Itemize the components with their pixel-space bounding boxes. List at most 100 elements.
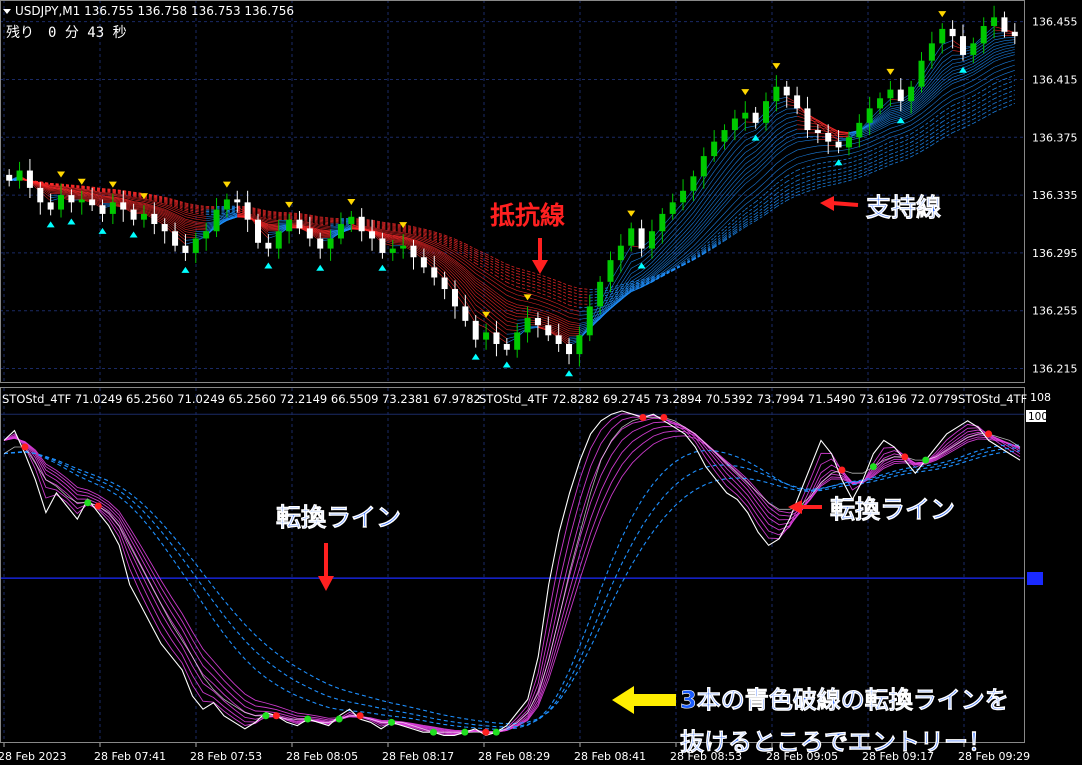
ma-band-segment	[662, 257, 673, 268]
candle-body	[763, 101, 769, 123]
ma-band-segment	[506, 290, 518, 296]
ma-band-segment	[931, 116, 943, 126]
candle-body	[721, 130, 728, 142]
ma-band-segment	[745, 166, 756, 175]
candle-body	[628, 228, 635, 246]
candle-body	[130, 209, 137, 220]
sell-arrow-icon	[523, 294, 532, 301]
ma-band-segment	[848, 159, 860, 164]
candle-body	[327, 238, 334, 249]
indicator-level-box	[1027, 572, 1043, 585]
ma-band-segment	[900, 145, 912, 151]
ma-band-segment	[485, 260, 497, 267]
entry-label-line1: 3本の青色破線の転換ラインを	[680, 686, 1009, 714]
ma-band-segment	[765, 183, 777, 194]
resistance-arrow-head	[532, 260, 548, 274]
ma-band-segment	[807, 152, 818, 155]
ma-band-segment	[745, 170, 756, 180]
ma-band-segment	[786, 157, 798, 164]
ma-band-segment	[724, 180, 736, 194]
ma-band-segment	[786, 175, 798, 182]
ma-band-segment	[496, 312, 508, 322]
ma-band-segment	[320, 235, 331, 237]
ma-band-segment	[817, 156, 829, 159]
ma-band-segment	[755, 197, 767, 207]
ma-band-segment	[268, 219, 279, 221]
ma-band-segment	[1004, 94, 1015, 100]
ma-band-segment	[693, 235, 705, 247]
ma-band-segment	[994, 32, 1005, 34]
candle-body	[597, 281, 604, 307]
ma-band-segment	[558, 320, 570, 327]
ma-band-segment	[848, 163, 860, 168]
ma-band-segment	[1004, 59, 1015, 64]
ma-band-segment	[268, 216, 279, 219]
ma-band-segment	[776, 100, 787, 105]
ma-band-segment	[817, 185, 829, 189]
time-tick-label: 28 Feb 08:05	[286, 750, 358, 763]
ma-band-segment	[962, 90, 974, 97]
ma-band-segment	[568, 328, 580, 330]
turn-line-right-arrow-head	[788, 500, 802, 514]
chart-canvas: 136.455 136.415 136.375 136.335 136.295 136.2…	[0, 0, 1078, 763]
ma-band-segment	[745, 129, 756, 135]
ma-band-segment	[869, 137, 881, 143]
ma-band-segment	[765, 154, 777, 166]
ma-band-segment	[983, 61, 995, 69]
buy-dot	[388, 718, 396, 726]
ma-band-segment	[921, 97, 933, 107]
ma-band-segment	[485, 299, 497, 310]
candle-body	[555, 335, 562, 344]
ma-band-segment	[890, 129, 901, 134]
ma-band-segment	[558, 323, 570, 329]
ma-band-segment	[973, 56, 984, 64]
ma-band-segment	[817, 166, 829, 170]
ma-band-segment	[890, 102, 901, 104]
ma-band-segment	[786, 141, 798, 148]
time-tick-label: 28 Feb 08:41	[574, 750, 646, 763]
ma-band-segment	[268, 228, 279, 230]
ma-band-segment	[496, 308, 508, 318]
ma-band-segment	[838, 149, 849, 152]
candle-body	[78, 199, 85, 203]
buy-dot	[461, 728, 469, 736]
buy-dot	[84, 499, 92, 507]
candle-body	[503, 343, 510, 350]
ma-band-segment	[890, 157, 901, 162]
ma-band-segment	[1004, 75, 1015, 80]
ma-band-segment	[973, 79, 984, 86]
ma-band-segment	[786, 137, 798, 143]
ma-band-segment	[496, 301, 507, 311]
candle-body	[265, 242, 272, 249]
ma-band-segment	[776, 108, 787, 115]
ma-band-segment	[537, 285, 549, 290]
ma-band-segment	[724, 157, 736, 171]
time-tick-label: 28 Feb 2023	[0, 750, 66, 763]
sell-dot	[639, 414, 647, 421]
candle-body	[794, 95, 801, 109]
sell-arrow-icon	[108, 181, 117, 188]
buy-dot	[869, 463, 877, 471]
ma-band-segment	[786, 128, 798, 134]
ma-band-segment	[993, 84, 1005, 90]
ma-band-segment	[786, 169, 798, 177]
ma-band-segment	[548, 288, 559, 294]
ma-band-segment	[890, 124, 901, 129]
ma-band-segment	[983, 52, 995, 60]
candle-body	[89, 199, 96, 206]
ma-band-segment	[734, 226, 746, 235]
ma-band-segment	[506, 320, 518, 324]
ma-band-segment	[496, 305, 508, 314]
ma-band-segment	[713, 157, 725, 172]
ma-band-segment	[828, 173, 839, 176]
ma-band-segment	[807, 184, 818, 189]
ma-band-segment	[993, 102, 1005, 109]
ma-band-segment	[931, 96, 943, 106]
ma-band-segment	[548, 303, 559, 309]
candle-body	[617, 245, 624, 261]
ma-band-segment	[890, 142, 901, 147]
ma-band-segment	[320, 222, 331, 225]
ma-band-segment	[185, 229, 196, 232]
candle-body	[109, 202, 116, 214]
ma-band-segment	[1004, 64, 1015, 69]
